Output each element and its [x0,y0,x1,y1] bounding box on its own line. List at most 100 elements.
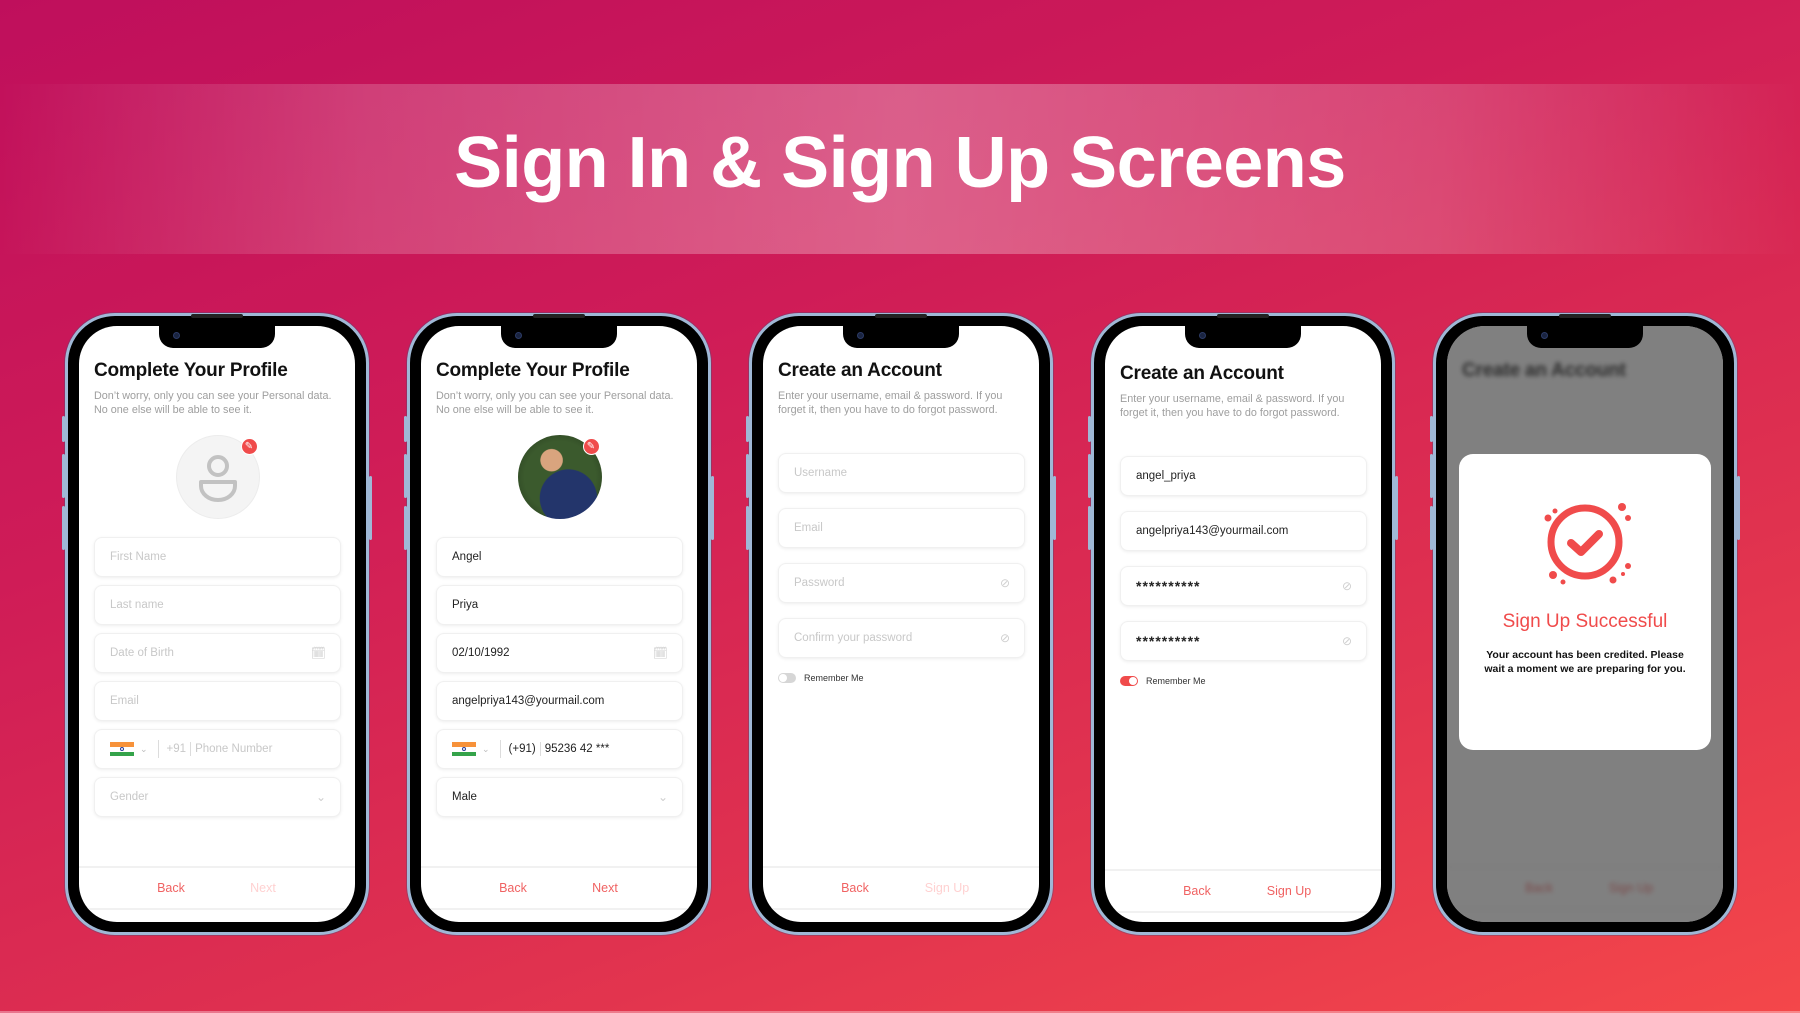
back-button[interactable]: Back [125,881,217,895]
eye-off-icon[interactable]: ⊘ [1000,576,1010,590]
volume-down-button [746,506,749,550]
email-input[interactable]: angelpriya143@yourmail.com [1120,511,1367,552]
back-button[interactable]: Back [467,881,559,895]
phone-input[interactable]: ⌄ +91 Phone Number [94,729,341,770]
dob-input[interactable]: Date of Birth 🗓 [94,633,341,674]
next-button[interactable]: Next [559,881,651,895]
screen-title: Complete Your Profile [436,360,630,381]
confirm-password-value: ********** [1136,633,1201,650]
phone-create-account-filled: Create an Account Enter your username, e… [1088,313,1398,935]
chevron-down-icon: ⌄ [315,790,326,805]
dob-value: 02/10/1992 [452,647,510,660]
country-code: (+91) [508,743,536,756]
back-button[interactable]: Back [809,881,901,895]
screen-title: Create an Account [778,360,942,381]
india-flag-icon[interactable] [452,742,476,757]
divider [157,740,159,759]
sign-up-button-disabled[interactable]: Sign Up [901,881,993,895]
speaker [533,314,585,318]
footer-bar: Back Sign Up [763,866,1039,910]
eye-off-icon[interactable]: ⊘ [1000,631,1010,645]
person-placeholder-icon [198,455,237,503]
gender-select[interactable]: Gender ⌄ [94,777,341,818]
notch [1185,326,1301,348]
password-input[interactable]: ********** ⊘ [1120,566,1367,607]
speaker [1217,314,1269,318]
password-value: ********** [1136,578,1201,595]
eye-off-icon[interactable]: ⊘ [1342,579,1352,593]
chevron-down-icon: ⌄ [657,790,668,805]
page-title: Sign In & Sign Up Screens [454,123,1346,203]
footer-bar: Back Sign Up [1105,869,1381,913]
confirm-password-input[interactable]: Confirm your password ⊘ [778,618,1025,659]
gender-select[interactable]: Male ⌄ [436,777,683,818]
phone-complete-profile-empty: Complete Your Profile Don’t worry, only … [62,313,372,935]
volume-up-button [1430,454,1433,498]
screen: Create an Account Enter your username, e… [763,326,1039,922]
divider [499,740,501,759]
success-modal: Sign Up Successful Your account has been… [1459,454,1711,750]
edit-pencil-icon[interactable]: ✎ [582,438,600,456]
confirm-password-input[interactable]: ********** ⊘ [1120,621,1367,662]
camera-icon [857,332,864,339]
screen-title: Create an Account [1120,363,1284,384]
speaker [191,314,243,318]
dob-input[interactable]: 02/10/1992 🗓 [436,633,683,674]
screen: Complete Your Profile Don’t worry, only … [79,326,355,922]
first-name-input[interactable]: First Name [94,537,341,578]
modal-message: Your account has been credited. Please w… [1484,649,1686,675]
phone-input[interactable]: ⌄ (+91) 95236 42 *** [436,729,683,770]
side-button [404,416,407,442]
volume-up-button [746,454,749,498]
screen-subtitle: Don’t worry, only you can see your Perso… [436,390,674,416]
avatar-picker[interactable]: ✎ [517,435,602,520]
india-flag-icon[interactable] [110,742,134,757]
phone-complete-profile-filled: Complete Your Profile Don’t worry, only … [404,313,714,935]
screen-subtitle: Enter your username, email & password. I… [1120,393,1345,419]
screen: Create an Account Back Sign Up Sign Up S… [1447,326,1723,922]
first-name-input[interactable]: Angel [436,537,683,578]
calendar-icon[interactable]: 🗓 [311,646,326,660]
side-button [62,416,65,442]
email-input[interactable]: angelpriya143@yourmail.com [436,681,683,722]
camera-icon [515,332,522,339]
volume-down-button [1430,506,1433,550]
screen: Complete Your Profile Don’t worry, only … [421,326,697,922]
remember-me-toggle[interactable] [1120,676,1138,687]
dob-placeholder: Date of Birth [110,647,174,660]
chevron-down-icon[interactable]: ⌄ [140,744,148,755]
username-input[interactable]: Username [778,453,1025,494]
gender-placeholder: Gender [110,791,149,804]
phone-sign-up-success: Create an Account Back Sign Up Sign Up S… [1430,313,1740,935]
camera-icon [1199,332,1206,339]
avatar-picker[interactable]: ✎ [175,435,260,520]
phone-placeholder: Phone Number [195,743,273,756]
footer-bar: Back Next [79,866,355,910]
phone-create-account-empty: Create an Account Enter your username, e… [746,313,1056,935]
email-input[interactable]: Email [94,681,341,722]
remember-me-toggle[interactable] [778,673,796,684]
last-name-input[interactable]: Last name [94,585,341,626]
power-button [1737,476,1740,540]
remember-me-label: Remember Me [1146,676,1206,687]
remember-me[interactable]: Remember Me [778,673,1025,684]
screen-subtitle: Enter your username, email & password. I… [778,390,1003,416]
power-button [369,476,372,540]
back-button[interactable]: Back [1151,884,1243,898]
phone-value: 95236 42 *** [544,743,610,756]
next-button-disabled[interactable]: Next [217,881,309,895]
eye-off-icon[interactable]: ⊘ [1342,634,1352,648]
volume-down-button [62,506,65,550]
chevron-down-icon[interactable]: ⌄ [482,744,490,755]
power-button [1395,476,1398,540]
power-button [711,476,714,540]
username-input[interactable]: angel_priya [1120,456,1367,497]
remember-me[interactable]: Remember Me [1120,676,1367,687]
check-circle-icon [1544,503,1631,585]
sign-up-button[interactable]: Sign Up [1243,884,1335,898]
password-input[interactable]: Password ⊘ [778,563,1025,604]
email-input[interactable]: Email [778,508,1025,549]
last-name-input[interactable]: Priya [436,585,683,626]
calendar-icon[interactable]: 🗓 [653,646,668,660]
edit-pencil-icon[interactable]: ✎ [240,438,258,456]
